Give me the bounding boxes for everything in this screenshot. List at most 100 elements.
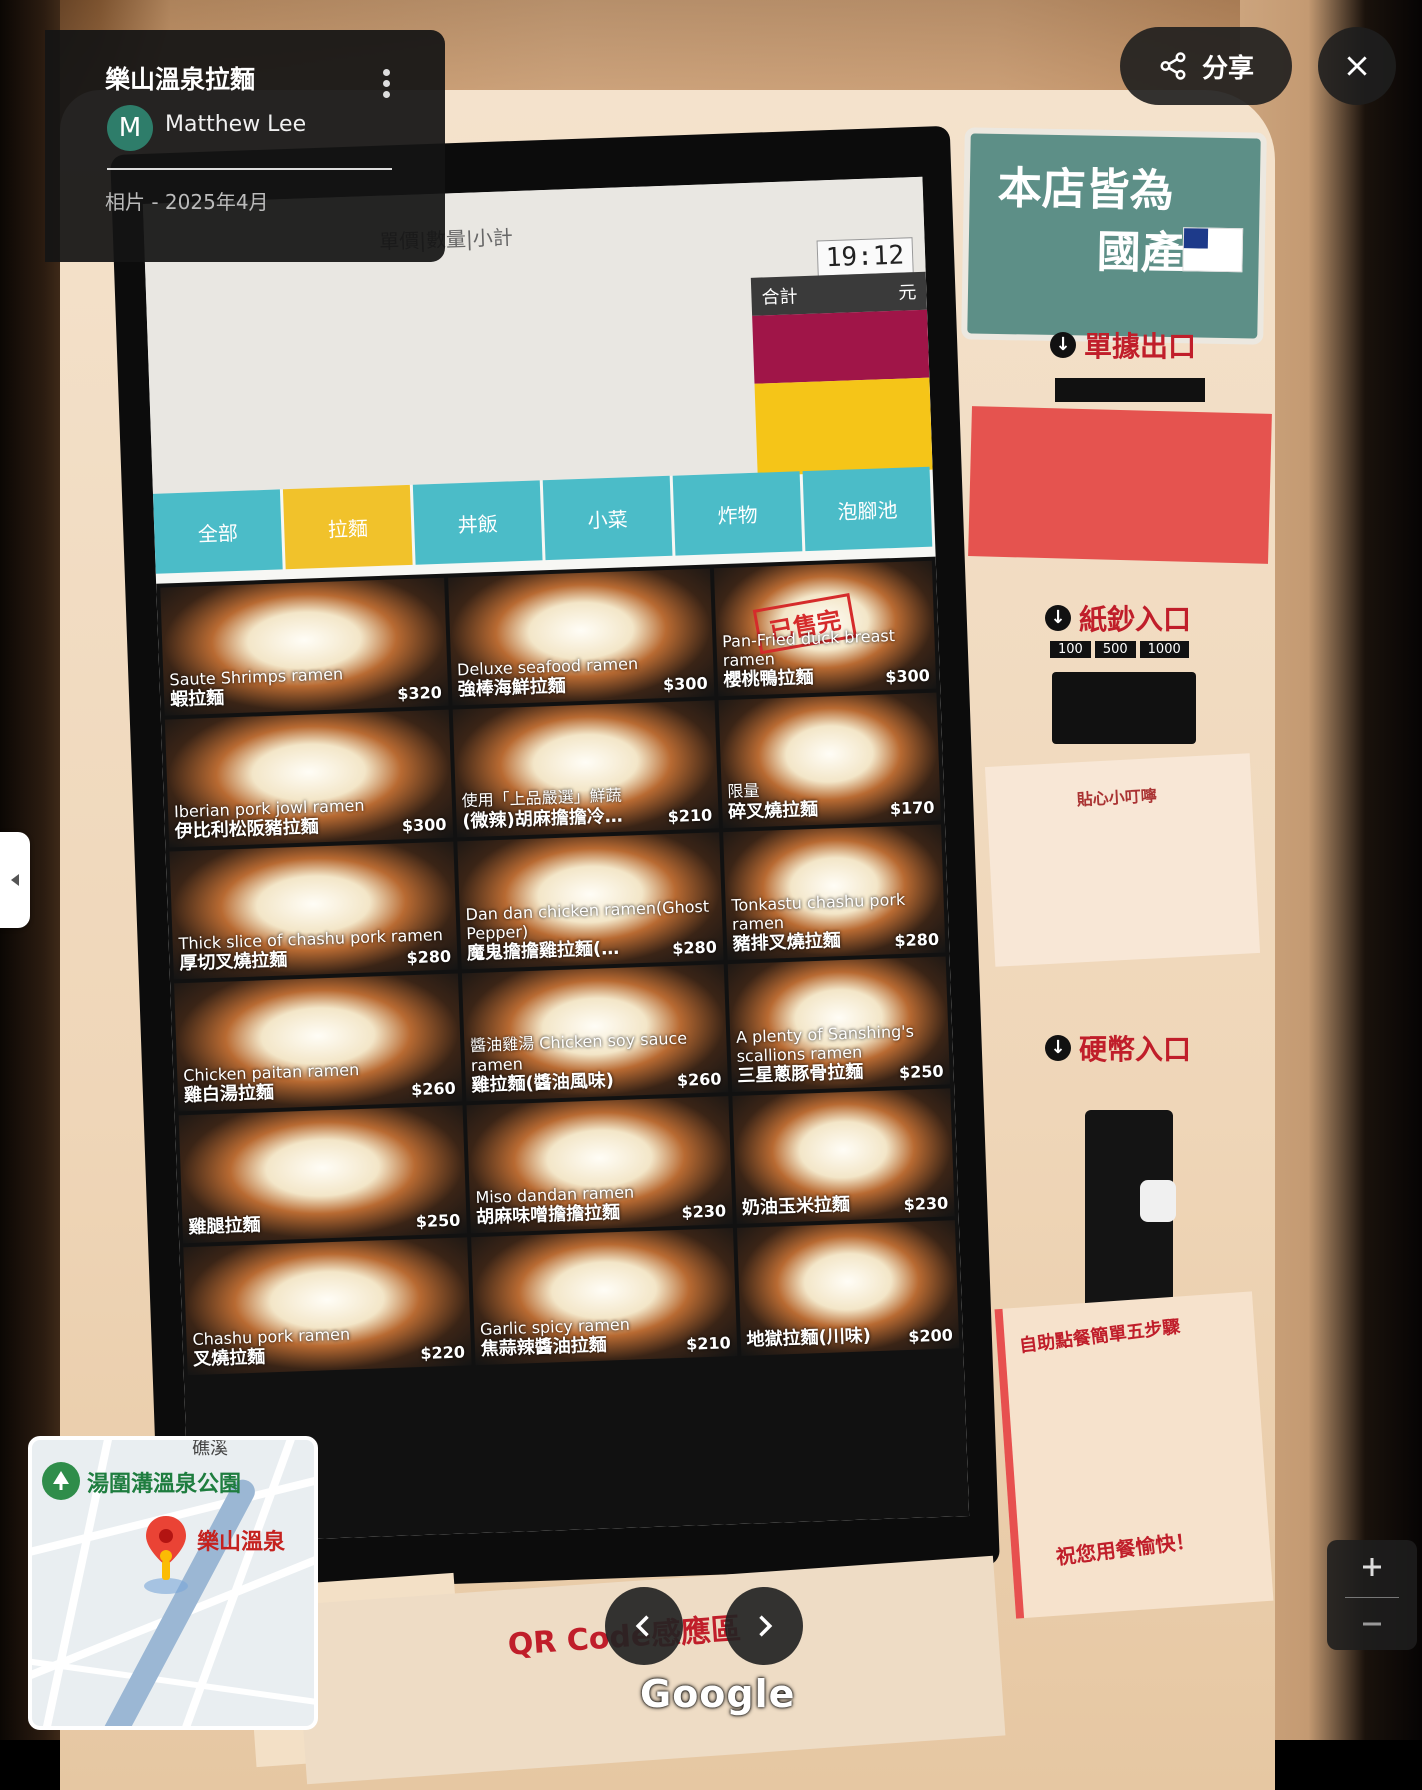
menu-item[interactable]: Saute Shrimps ramen 蝦拉麵 $320: [160, 577, 449, 716]
menu-item[interactable]: Thick slice of chashu pork ramen 厚切叉燒拉麵 $2…: [169, 841, 458, 980]
close-icon: [1347, 56, 1367, 76]
park-icon: [42, 1462, 80, 1500]
menu-item-price: $300: [662, 673, 708, 695]
ordering-steps-note: 自助點餐簡單五步驟 祝您用餐愉快！: [994, 1291, 1274, 1619]
more-vert-icon: [382, 69, 390, 76]
menu-item-name: 豬排叉燒拉麵: [732, 930, 842, 955]
map-place-label: 樂山溫泉: [197, 1530, 286, 1555]
previous-photo-button[interactable]: [605, 1587, 683, 1665]
photo-info-card: 樂山溫泉拉麵 M Matthew Lee 相片 - 2025年4月: [45, 30, 445, 262]
google-logo: Google: [640, 1672, 796, 1716]
coin-entry-text: 硬幣入口: [1079, 1033, 1192, 1066]
menu-item-name: 地獄拉麵(川味): [746, 1325, 872, 1351]
author-name[interactable]: Matthew Lee: [165, 112, 306, 137]
menu-item-name: 雞拉麵(醬油風味): [471, 1070, 615, 1097]
chevron-left-icon: [635, 1615, 649, 1637]
arrow-down-icon: ↓: [1050, 332, 1076, 358]
coin-entry-label: ↓ 硬幣入口: [1045, 1028, 1191, 1068]
menu-item-name: 奶油玉米拉麵: [741, 1193, 851, 1219]
menu-item[interactable]: Chashu pork ramen 叉燒拉麵 $220: [183, 1237, 472, 1376]
bill-entry-text: 紙鈔入口: [1079, 603, 1192, 636]
bill-100: 100: [1050, 641, 1091, 658]
menu-item-price: $210: [667, 805, 713, 827]
collapse-panel-button[interactable]: [0, 832, 30, 928]
menu-item-price: $230: [903, 1193, 949, 1215]
receipt-slot: [1055, 378, 1205, 402]
menu-item-name: 焦蒜辣醬油拉麵: [480, 1334, 608, 1360]
domestic-origin-sign: 本店皆為 國產: [961, 127, 1267, 345]
mini-map[interactable]: 礁溪 湯圍溝溫泉公園 樂山溫泉: [28, 1436, 318, 1730]
menu-item[interactable]: Dan dan chicken ramen(Ghost Pepper) 魔鬼擔擔雞…: [457, 832, 724, 970]
menu-item[interactable]: Tonkastu chashu pork ramen 豬排叉燒拉麵 $280: [722, 824, 946, 961]
map-park-label: 湯圍溝溫泉公園: [87, 1472, 242, 1497]
menu-item-price: $260: [676, 1069, 722, 1090]
category-tab[interactable]: 丼飯: [412, 480, 543, 565]
menu-item[interactable]: Miso dandan ramen 胡麻味噌擔擔拉麵 $230: [466, 1096, 733, 1234]
category-tab[interactable]: 泡腳池: [802, 466, 933, 552]
menu-item-price: $320: [397, 682, 443, 704]
menu-item[interactable]: 雞腿拉麵 $250: [178, 1105, 467, 1244]
more-options-button[interactable]: [375, 64, 397, 104]
reminder-title: 貼心小叮嚀: [1076, 786, 1158, 810]
menu-item-price: $220: [420, 1342, 466, 1364]
menu-item[interactable]: A plenty of Sanshing's scallions ramen 三星…: [727, 956, 951, 1093]
zoom-control: [1327, 1540, 1417, 1650]
share-button[interactable]: 分享: [1120, 27, 1292, 105]
menu-item[interactable]: Deluxe seafood ramen 強棒海鮮拉麵 $300: [447, 568, 715, 706]
menu-item-price: $280: [406, 946, 452, 968]
share-icon: [1160, 52, 1186, 80]
place-title[interactable]: 樂山溫泉拉麵: [105, 60, 255, 96]
close-button[interactable]: [1318, 27, 1396, 105]
menu-item-name: 雞腿拉麵: [188, 1214, 261, 1239]
menu-item-price: $300: [401, 814, 447, 836]
menu-grid: Saute Shrimps ramen 蝦拉麵 $320 Deluxe seafood…: [156, 556, 970, 1544]
menu-item-name: 伊比利松阪豬拉麵: [174, 816, 320, 843]
bill-slot: [1052, 672, 1196, 744]
sign-text-line1: 本店皆為: [997, 162, 1175, 218]
zoom-out-button[interactable]: [1327, 1597, 1417, 1651]
menu-item-price: $260: [410, 1078, 456, 1100]
bill-1000: 1000: [1139, 641, 1189, 658]
menu-item-price: $200: [907, 1325, 954, 1346]
menu-item[interactable]: 醬油雞湯 Chicken soy sauce ramen 雞拉麵(醬油風味) $26…: [461, 964, 728, 1102]
menu-item-price: $230: [681, 1201, 727, 1222]
menu-item[interactable]: Iberian pork jowl ramen 伊比利松阪豬拉麵 $300: [164, 709, 453, 848]
next-photo-button[interactable]: [725, 1587, 803, 1665]
clock: 19:12: [816, 237, 914, 277]
minus-icon: [1363, 1622, 1381, 1626]
map-area-label: 礁溪: [192, 1438, 228, 1459]
sign-text-line2: 國產: [1096, 226, 1186, 280]
category-tab[interactable]: 炸物: [672, 471, 803, 556]
avatar[interactable]: M: [107, 105, 153, 151]
plus-icon: [1363, 1558, 1381, 1576]
total-row: 合計 元: [750, 271, 928, 316]
category-tab[interactable]: 全部: [152, 489, 283, 574]
menu-item-price: $280: [894, 929, 940, 951]
category-tab[interactable]: 小菜: [542, 475, 673, 561]
menu-item-english-name: Pan-Fried duck breast ramen: [721, 626, 896, 671]
map-road: [32, 1656, 314, 1710]
caret-left-icon: [11, 874, 19, 886]
total-panel: 合計 元: [750, 271, 933, 476]
menu-item[interactable]: Chicken paitan ramen 雞白湯拉麵 $260: [174, 973, 463, 1112]
flag-icon: [1182, 227, 1244, 273]
menu-item-name: 三星蔥豚骨拉麵: [736, 1061, 864, 1087]
category-tab[interactable]: 拉麵: [282, 484, 413, 570]
bill-denominations: 100 500 1000: [1050, 641, 1189, 658]
menu-item[interactable]: 地獄拉麵(川味) $200: [736, 1220, 960, 1356]
currency-label: 元: [898, 282, 917, 304]
menu-item[interactable]: 已售完 Pan-Fried duck breast ramen 櫻桃鴨拉麵 $300: [713, 560, 937, 697]
menu-item-name: (微辣)胡麻擔擔冷…: [462, 805, 624, 833]
menu-item[interactable]: 限量 碎叉燒拉麵 $170: [718, 692, 941, 829]
menu-item-name: 強棒海鮮拉麵: [457, 675, 567, 701]
menu-item[interactable]: 奶油玉米拉麵 $230: [732, 1088, 955, 1224]
cancel-panel: [752, 309, 930, 384]
steps-title: 自助點餐簡單五步驟: [1018, 1316, 1182, 1357]
menu-item-price: $250: [415, 1210, 461, 1232]
zoom-in-button[interactable]: [1327, 1540, 1417, 1594]
menu-item-price: $250: [898, 1061, 944, 1083]
receipt-exit-label: ↓ 單據出口: [1050, 325, 1196, 365]
menu-item[interactable]: 使用「上品嚴選」鮮蔬 (微辣)胡麻擔擔冷… $210: [452, 700, 719, 838]
steps-footer: 祝您用餐愉快！: [1054, 1528, 1197, 1570]
menu-item[interactable]: Garlic spicy ramen 焦蒜辣醬油拉麵 $210: [470, 1228, 738, 1366]
